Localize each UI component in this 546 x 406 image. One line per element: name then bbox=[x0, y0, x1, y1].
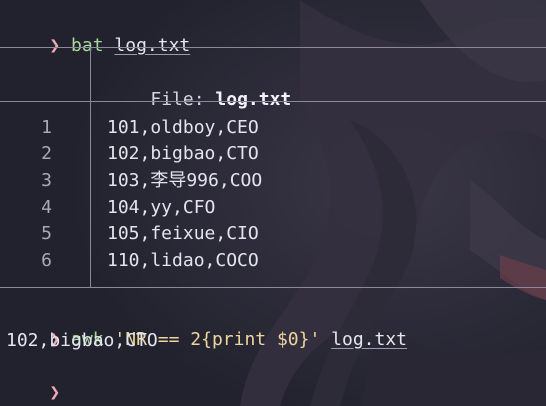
prompt-chevron-icon: ❯ bbox=[49, 382, 61, 403]
command-argument: log.txt bbox=[114, 35, 191, 56]
line-number: 1 bbox=[41, 117, 52, 138]
file-header-filename: log.txt bbox=[215, 89, 292, 110]
line-number: 4 bbox=[41, 197, 52, 218]
table-bottom-rule bbox=[0, 287, 546, 288]
code-line: 103,李导996,COO bbox=[107, 170, 263, 191]
gutter-divider bbox=[90, 47, 91, 287]
line-number: 2 bbox=[41, 143, 52, 164]
code-line: 104,yy,CFO bbox=[107, 197, 216, 218]
terminal-window[interactable]: ❯ bat log.txt File: log.txt 1 101,oldboy… bbox=[0, 0, 546, 406]
header-rule bbox=[0, 101, 546, 102]
table-top-rule bbox=[0, 47, 546, 48]
file-header: File: log.txt bbox=[107, 61, 291, 110]
line-number: 6 bbox=[41, 250, 52, 271]
prompt-line-2: ❯ awk 'NR == 2{print $0}' log.txt bbox=[6, 301, 407, 350]
prompt-chevron-icon: ❯ bbox=[49, 35, 61, 56]
prompt-line-3[interactable]: ❯ bbox=[6, 354, 60, 403]
prompt-line-1: ❯ bat log.txt bbox=[6, 7, 190, 56]
line-number: 5 bbox=[41, 223, 52, 244]
code-line: 102,bigbao,CTO bbox=[107, 143, 259, 164]
command-name: bat bbox=[71, 35, 104, 56]
code-line: 110,lidao,COCO bbox=[107, 250, 259, 271]
line-number: 3 bbox=[41, 170, 52, 191]
command-output: 102,bigbao,CTO bbox=[6, 330, 158, 351]
code-line: 101,oldboy,CEO bbox=[107, 117, 259, 138]
code-line: 105,feixue,CIO bbox=[107, 223, 259, 244]
command-argument: log.txt bbox=[331, 329, 408, 350]
file-header-label: File: bbox=[150, 89, 216, 110]
